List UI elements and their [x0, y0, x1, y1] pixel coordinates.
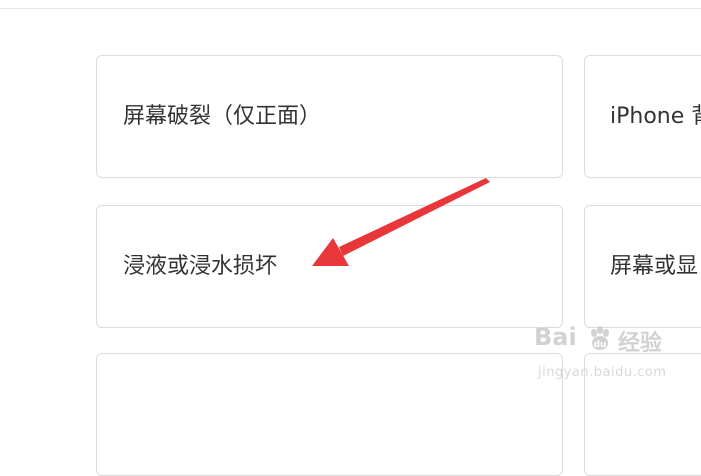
option-card-screen-cracked[interactable]: 屏幕破裂（仅正面）	[96, 55, 563, 178]
paw-icon: du	[591, 326, 609, 350]
option-label: 屏幕或显	[610, 253, 699, 279]
option-card-screen-or-display[interactable]: 屏幕或显	[584, 205, 701, 328]
option-label: iPhone 背	[610, 103, 701, 129]
option-card-partial-right[interactable]	[584, 353, 701, 476]
top-divider	[0, 8, 701, 9]
option-card-partial[interactable]	[96, 353, 563, 476]
option-label: 屏幕破裂（仅正面）	[123, 103, 322, 129]
option-card-iphone-back[interactable]: iPhone 背	[584, 55, 701, 178]
option-label: 浸液或浸水损坏	[123, 253, 278, 279]
svg-text:du: du	[594, 340, 607, 350]
option-card-liquid-damage[interactable]: 浸液或浸水损坏	[96, 205, 563, 328]
